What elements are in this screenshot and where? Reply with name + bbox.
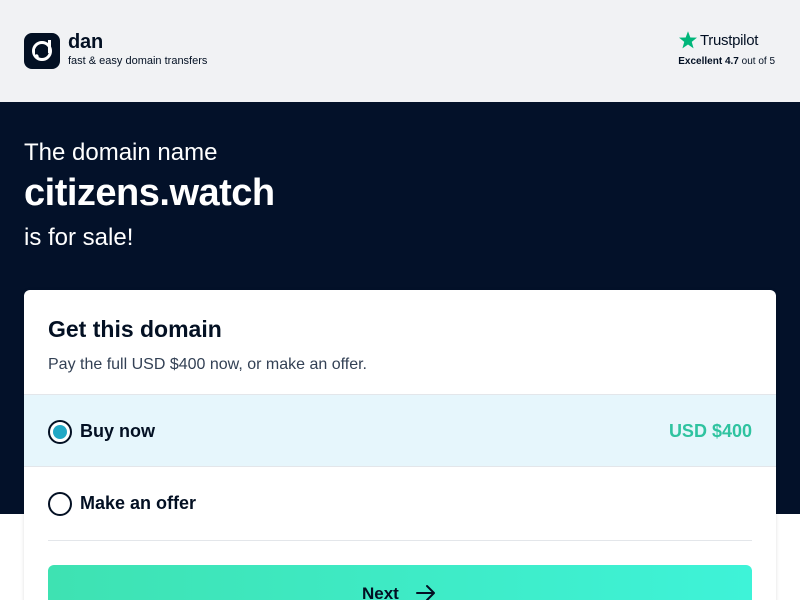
site-header: dan fast & easy domain transfers Trustpi…	[0, 0, 800, 102]
trustpilot-rating: Excellent 4.7 out of 5	[678, 56, 775, 67]
purchase-card: Get this domain Pay the full USD $400 no…	[24, 290, 776, 600]
buy-now-option[interactable]: Buy now USD $400	[24, 394, 776, 467]
brand-name[interactable]: dan	[68, 31, 103, 54]
buy-now-radio[interactable]	[48, 420, 72, 444]
buy-now-label: Buy now	[80, 421, 155, 441]
trustpilot-logo[interactable]: Trustpilot	[678, 29, 758, 51]
card-title: Get this domain	[48, 316, 222, 342]
domain-name-heading: citizens.watch	[24, 172, 275, 214]
divider	[48, 540, 752, 541]
arrow-right-icon	[416, 585, 435, 600]
make-offer-option[interactable]: Make an offer	[24, 467, 776, 540]
make-offer-radio[interactable]	[48, 492, 72, 516]
next-button[interactable]: Next	[48, 565, 752, 600]
card-subtitle: Pay the full USD $400 now, or make an of…	[48, 356, 367, 373]
trustpilot-star-icon	[679, 31, 697, 49]
buy-now-price: USD $400	[668, 421, 752, 441]
brand-tagline: fast & easy domain transfers	[68, 55, 208, 67]
dan-logo-icon[interactable]	[24, 33, 60, 69]
rating-word: Excellent	[678, 56, 723, 67]
rating-out-of: out of 5	[741, 56, 775, 67]
for-sale-text: is for sale!	[24, 224, 134, 251]
rating-score: 4.7	[724, 56, 739, 67]
next-button-label: Next	[362, 584, 399, 600]
hero-intro-text: The domain name	[24, 139, 218, 166]
make-offer-label: Make an offer	[80, 493, 197, 513]
trustpilot-name: Trustpilot	[700, 31, 759, 49]
